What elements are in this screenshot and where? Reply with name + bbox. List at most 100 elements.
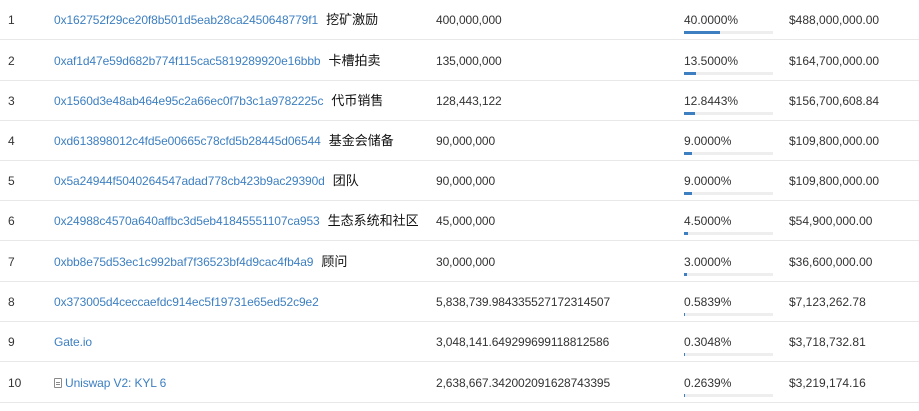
value-cell: $7,123,262.78 [789,295,866,309]
holder-address-link[interactable]: 0xaf1d47e59d682b774f115cac5819289920e16b… [54,54,321,68]
value-cell: $36,600,000.00 [789,255,873,269]
percentage-text: 0.5839% [684,295,732,309]
percentage-text: 9.0000% [684,174,732,188]
table-row: 7 0xbb8e75d53ec1c992baf7f36523bf4d9cac4f… [0,242,919,282]
address-cell: Gate.io [54,322,92,362]
table-row: 3 0x1560d3e48ab464e95c2a66ec0f7b3c1a9782… [0,81,919,121]
holder-tag: 顾问 [321,254,348,269]
holder-address-link[interactable]: Gate.io [54,335,92,349]
percentage-bar-fill [684,192,692,195]
rank-cell: 8 [8,295,15,309]
rank-cell: 2 [8,54,15,68]
quantity-cell: 90,000,000 [436,134,496,148]
holder-tag: 基金会储备 [328,133,394,148]
percentage-bar-fill [684,232,688,235]
percentage-bar [684,353,773,356]
holder-tag: 生态系统和社区 [327,213,419,228]
address-cell: Uniswap V2: KYL 6 [54,363,166,403]
holder-address-link[interactable]: Uniswap V2: KYL 6 [65,376,166,390]
document-icon [54,378,62,388]
percentage-text: 13.5000% [684,54,739,68]
percentage-bar-fill [684,152,692,155]
percentage-bar [684,313,773,316]
percentage-bar [684,232,773,235]
holder-address-link[interactable]: 0x24988c4570a640affbc3d5eb41845551107ca9… [54,214,320,228]
table-row: 8 0x373005d4ceccaefdc914ec5f19731e65ed52… [0,282,919,322]
value-cell: $488,000,000.00 [789,13,880,27]
value-cell: $3,219,174.16 [789,376,866,390]
percentage-cell: 9.0000% [684,121,774,161]
rank-cell: 6 [8,214,15,228]
percentage-cell: 12.8443% [684,81,774,121]
value-cell: $109,800,000.00 [789,134,880,148]
value-cell: $164,700,000.00 [789,54,880,68]
table-row: 4 0xd613898012c4fd5e00665c78cfd5b28445d0… [0,121,919,161]
rank-cell: 10 [8,376,22,390]
percentage-bar [684,112,773,115]
holder-address-link[interactable]: 0xbb8e75d53ec1c992baf7f36523bf4d9cac4fb4… [54,255,313,269]
value-cell: $54,900,000.00 [789,214,873,228]
address-cell: 0x162752f29ce20f8b501d5eab28ca2450648779… [54,0,378,40]
rank-cell: 5 [8,174,15,188]
quantity-cell: 30,000,000 [436,255,496,269]
percentage-bar [684,192,773,195]
rank-cell: 9 [8,335,15,349]
quantity-cell: 135,000,000 [436,54,502,68]
rank-cell: 7 [8,255,15,269]
percentage-cell: 0.2639% [684,363,774,403]
percentage-cell: 9.0000% [684,161,774,201]
holder-address-link[interactable]: 0x162752f29ce20f8b501d5eab28ca2450648779… [54,13,318,27]
holder-tag: 卡槽拍卖 [328,53,381,68]
holder-address-link[interactable]: 0x373005d4ceccaefdc914ec5f19731e65ed52c9… [54,295,319,309]
percentage-text: 40.0000% [684,13,739,27]
percentage-text: 12.8443% [684,94,739,108]
token-holders-table: 1 0x162752f29ce20f8b501d5eab28ca24506487… [0,0,919,411]
percentage-bar [684,72,773,75]
rank-cell: 1 [8,13,15,27]
value-cell: $3,718,732.81 [789,335,866,349]
percentage-text: 9.0000% [684,134,732,148]
address-cell: 0xbb8e75d53ec1c992baf7f36523bf4d9cac4fb4… [54,242,347,282]
percentage-bar-fill [684,31,720,34]
holder-tag: 代币销售 [331,93,384,108]
table-row: 6 0x24988c4570a640affbc3d5eb41845551107c… [0,201,919,241]
percentage-text: 0.3048% [684,335,732,349]
quantity-cell: 90,000,000 [436,174,496,188]
percentage-text: 3.0000% [684,255,732,269]
percentage-cell: 0.3048% [684,322,774,362]
table-row: 1 0x162752f29ce20f8b501d5eab28ca24506487… [0,0,919,40]
rank-cell: 3 [8,94,15,108]
address-cell: 0x373005d4ceccaefdc914ec5f19731e65ed52c9… [54,282,319,322]
quantity-cell: 3,048,141.649299699118812586 [436,335,610,349]
percentage-bar [684,394,773,397]
percentage-bar [684,273,773,276]
address-cell: 0x5a24944f5040264547adad778cb423b9ac2939… [54,161,359,201]
percentage-bar-fill [684,112,696,115]
table-row: 5 0x5a24944f5040264547adad778cb423b9ac29… [0,161,919,201]
percentage-cell: 0.5839% [684,282,774,322]
quantity-cell: 2,638,667.342002091628743395 [436,376,611,390]
percentage-cell: 3.0000% [684,242,774,282]
holder-address-link[interactable]: 0x5a24944f5040264547adad778cb423b9ac2939… [54,174,325,188]
table-row: 10 Uniswap V2: KYL 6 2,638,667.342002091… [0,363,919,403]
quantity-cell: 400,000,000 [436,13,502,27]
rank-cell: 4 [8,134,15,148]
table-row: 9 Gate.io 3,048,141.649299699118812586 0… [0,322,919,362]
percentage-bar-fill [684,273,687,276]
percentage-cell: 4.5000% [684,201,774,241]
percentage-text: 0.2639% [684,376,732,390]
address-cell: 0x24988c4570a640affbc3d5eb41845551107ca9… [54,201,419,241]
percentage-bar [684,31,773,34]
quantity-cell: 128,443,122 [436,94,502,108]
percentage-bar [684,152,773,155]
holder-address-link[interactable]: 0xd613898012c4fd5e00665c78cfd5b28445d065… [54,134,321,148]
table-row: 2 0xaf1d47e59d682b774f115cac5819289920e1… [0,41,919,81]
holder-address-link[interactable]: 0x1560d3e48ab464e95c2a66ec0f7b3c1a978222… [54,94,324,108]
address-cell: 0xd613898012c4fd5e00665c78cfd5b28445d065… [54,121,394,161]
address-cell: 0xaf1d47e59d682b774f115cac5819289920e16b… [54,41,381,81]
percentage-cell: 13.5000% [684,41,774,81]
quantity-cell: 5,838,739.984335527172314507 [436,295,611,309]
percentage-bar-fill [684,72,696,75]
percentage-bar-fill [684,313,685,316]
quantity-cell: 45,000,000 [436,214,496,228]
